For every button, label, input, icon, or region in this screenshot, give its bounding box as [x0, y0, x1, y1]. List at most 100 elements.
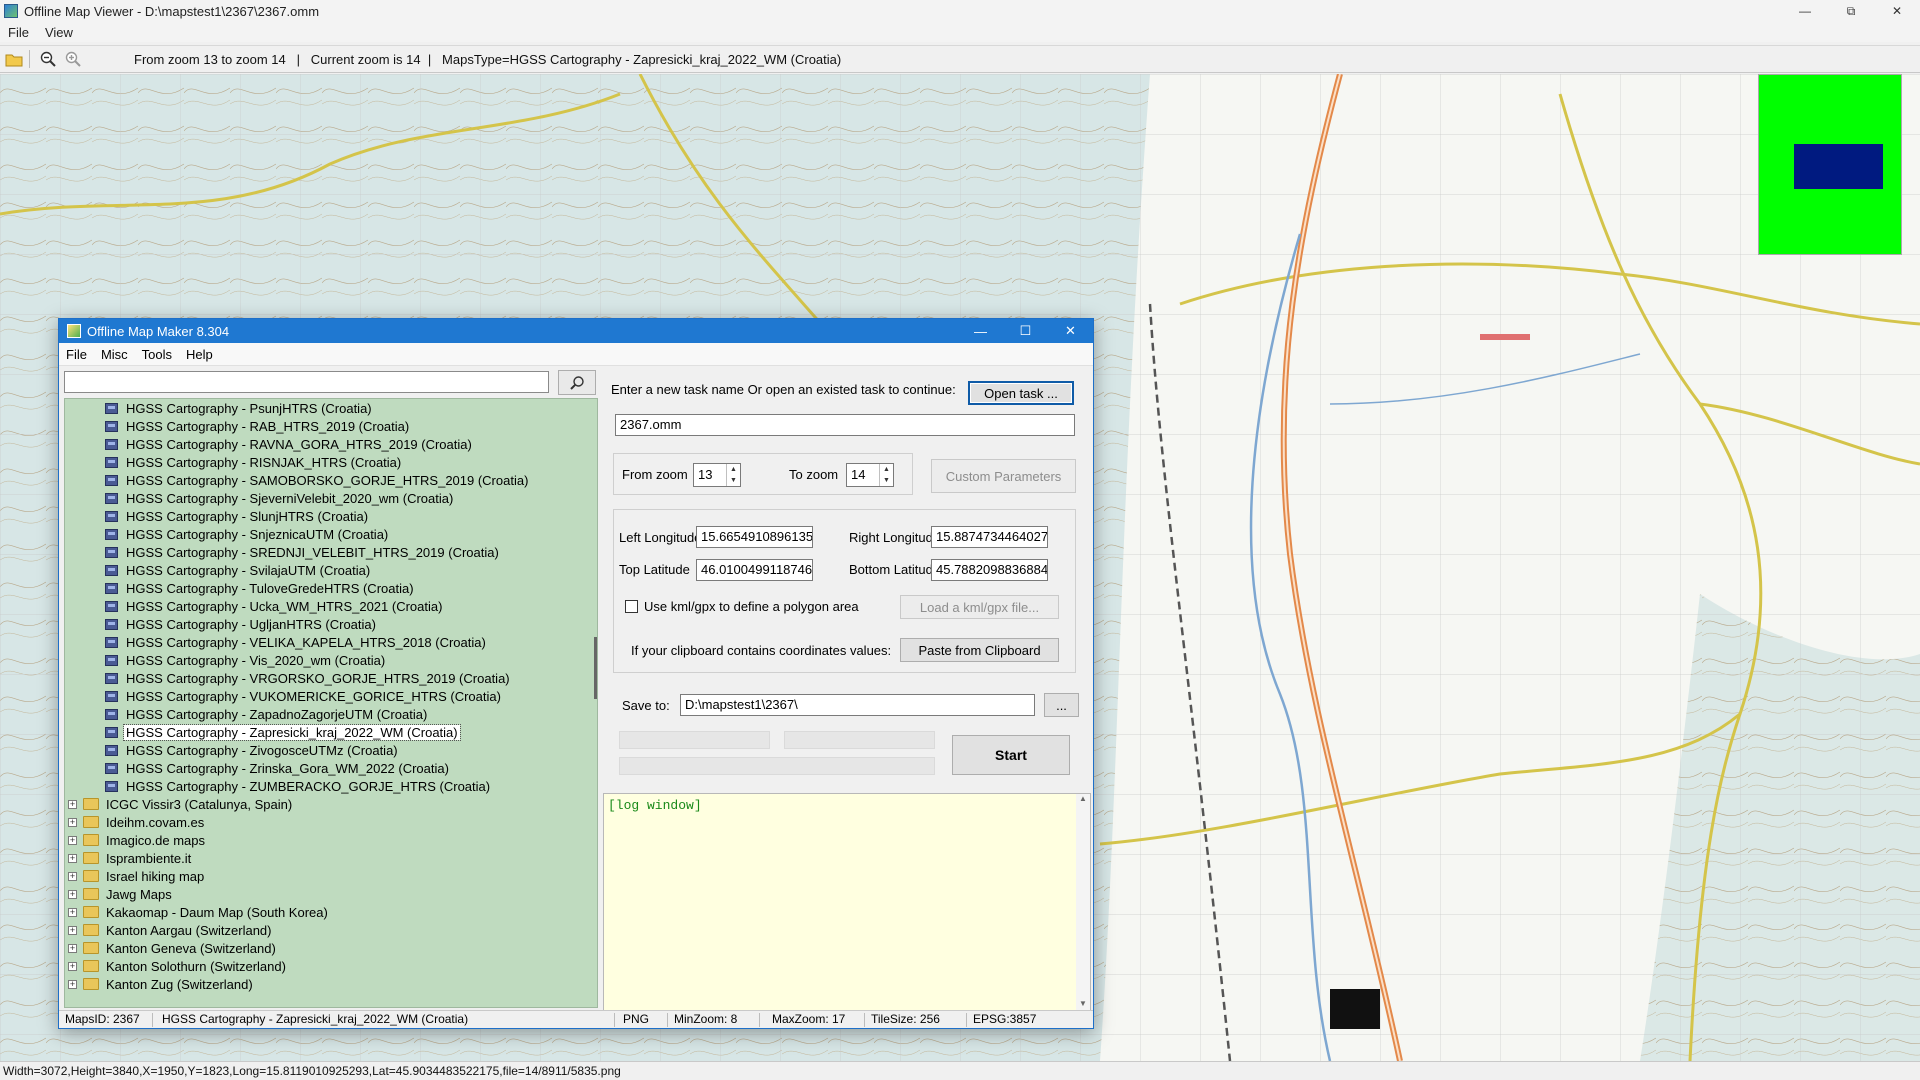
expand-icon[interactable]: +	[68, 979, 77, 989]
zoom-in-icon[interactable]	[62, 48, 84, 70]
tree-map-item[interactable]: HGSS Cartography - RAVNA_GORA_HTRS_2019 …	[105, 435, 474, 453]
spin-down-icon[interactable]: ▼	[727, 475, 740, 486]
map-layer-icon	[105, 654, 118, 666]
expand-icon[interactable]: +	[68, 835, 77, 845]
to-zoom-label: To zoom	[789, 467, 839, 482]
tree-map-item[interactable]: HGSS Cartography - SnjeznicaUTM (Croatia…	[105, 525, 390, 543]
menu-view[interactable]: View	[37, 25, 81, 40]
tree-map-item[interactable]: HGSS Cartography - ZUMBERACKO_GORJE_HTRS…	[105, 777, 492, 795]
start-button[interactable]: Start	[952, 735, 1070, 775]
use-kml-checkbox[interactable]	[625, 600, 638, 613]
tree-scrollbar[interactable]	[593, 399, 597, 1007]
map-source-tree[interactable]: HGSS Cartography - PsunjHTRS (Croatia) HG…	[64, 398, 598, 1008]
menu-misc[interactable]: Misc	[94, 347, 135, 362]
status-min-zoom: MinZoom: 8	[674, 1012, 738, 1026]
overview-extent[interactable]	[1794, 144, 1883, 189]
spin-up-icon[interactable]: ▲	[727, 464, 740, 475]
expand-icon[interactable]: +	[68, 853, 77, 863]
expand-icon[interactable]: +	[68, 889, 77, 899]
overview-minimap[interactable]	[1758, 74, 1902, 255]
tree-map-item[interactable]: HGSS Cartography - VUKOMERICKE_GORICE_HT…	[105, 687, 503, 705]
expand-icon[interactable]: +	[68, 799, 77, 809]
zoom-out-icon[interactable]	[37, 48, 59, 70]
expand-icon[interactable]: +	[68, 817, 77, 827]
menu-tools[interactable]: Tools	[135, 347, 179, 362]
folder-icon	[83, 852, 99, 864]
paste-clipboard-button[interactable]: Paste from Clipboard	[900, 638, 1059, 662]
tree-folder-item[interactable]: + Jawg Maps	[68, 885, 174, 903]
expand-icon[interactable]: +	[68, 871, 77, 881]
tree-map-item[interactable]: HGSS Cartography - UgljanHTRS (Croatia)	[105, 615, 378, 633]
scroll-down-icon[interactable]: ▼	[1076, 999, 1090, 1008]
tree-item-label: HGSS Cartography - VRGORSKO_GORJE_HTRS_2…	[126, 670, 510, 686]
spin-down-icon[interactable]: ▼	[880, 475, 893, 486]
tree-map-item[interactable]: HGSS Cartography - Zapresicki_kraj_2022_…	[105, 723, 461, 741]
tree-map-item[interactable]: HGSS Cartography - TuloveGredeHTRS (Croa…	[105, 579, 416, 597]
tree-map-item[interactable]: HGSS Cartography - ZapadnoZagorjeUTM (Cr…	[105, 705, 429, 723]
open-folder-icon[interactable]	[3, 48, 25, 70]
viewer-window-controls: — ⧉ ✕	[1782, 0, 1920, 22]
tree-map-item[interactable]: HGSS Cartography - PsunjHTRS (Croatia)	[105, 399, 374, 417]
maximize-icon[interactable]: ☐	[1003, 319, 1048, 343]
save-to-field[interactable]: D:\mapstest1\2367\	[680, 694, 1035, 716]
map-search-input[interactable]	[64, 371, 549, 393]
scroll-up-icon[interactable]: ▲	[1076, 794, 1090, 803]
bottom-latitude-field[interactable]: 45.7882098836884	[931, 559, 1048, 581]
spin-up-icon[interactable]: ▲	[880, 464, 893, 475]
tree-map-item[interactable]: HGSS Cartography - SAMOBORSKO_GORJE_HTRS…	[105, 471, 530, 489]
tree-map-item[interactable]: HGSS Cartography - SjeverniVelebit_2020_…	[105, 489, 455, 507]
to-zoom-spinner[interactable]: 14 ▲ ▼	[846, 463, 894, 487]
minimize-icon[interactable]: —	[958, 319, 1003, 343]
expand-icon[interactable]: +	[68, 907, 77, 917]
custom-parameters-button[interactable]: Custom Parameters	[931, 459, 1076, 493]
menu-help[interactable]: Help	[179, 347, 220, 362]
top-latitude-field[interactable]: 46.0100499118746	[696, 559, 813, 581]
tree-folder-item[interactable]: + Kanton Zug (Switzerland)	[68, 975, 255, 993]
tree-map-item[interactable]: HGSS Cartography - ZivogosceUTMz (Croati…	[105, 741, 400, 759]
log-scrollbar[interactable]: ▲ ▼	[1076, 794, 1090, 1010]
tree-map-item[interactable]: HGSS Cartography - Vis_2020_wm (Croatia)	[105, 651, 387, 669]
task-name-field[interactable]: 2367.omm	[615, 414, 1075, 436]
map-layer-icon	[105, 672, 118, 684]
from-zoom-spinner[interactable]: 13 ▲ ▼	[693, 463, 741, 487]
tree-map-item[interactable]: HGSS Cartography - VELIKA_KAPELA_HTRS_20…	[105, 633, 488, 651]
tree-map-item[interactable]: HGSS Cartography - SlunjHTRS (Croatia)	[105, 507, 370, 525]
tree-map-item[interactable]: HGSS Cartography - VRGORSKO_GORJE_HTRS_2…	[105, 669, 512, 687]
tree-folder-item[interactable]: + Imagico.de maps	[68, 831, 207, 849]
log-window[interactable]: [log window] ▲ ▼	[603, 793, 1091, 1011]
status-map-name: HGSS Cartography - Zapresicki_kraj_2022_…	[162, 1012, 469, 1026]
expand-icon[interactable]: +	[68, 961, 77, 971]
restore-icon[interactable]: ⧉	[1828, 0, 1874, 22]
right-longitude-field[interactable]: 15.8874734464027	[931, 526, 1048, 548]
tree-map-item[interactable]: HGSS Cartography - Zrinska_Gora_WM_2022 …	[105, 759, 451, 777]
menu-file[interactable]: File	[0, 25, 37, 40]
tree-folder-item[interactable]: + Kakaomap - Daum Map (South Korea)	[68, 903, 330, 921]
expand-icon[interactable]: +	[68, 925, 77, 935]
tree-folder-item[interactable]: + Kanton Aargau (Switzerland)	[68, 921, 273, 939]
status-format: PNG	[623, 1012, 650, 1026]
close-icon[interactable]: ✕	[1048, 319, 1093, 343]
tree-folder-item[interactable]: + Kanton Solothurn (Switzerland)	[68, 957, 288, 975]
minimize-icon[interactable]: —	[1782, 0, 1828, 22]
tree-map-item[interactable]: HGSS Cartography - RAB_HTRS_2019 (Croati…	[105, 417, 411, 435]
close-icon[interactable]: ✕	[1874, 0, 1920, 22]
open-task-button[interactable]: Open task ...	[968, 381, 1074, 405]
tree-folder-item[interactable]: + Israel hiking map	[68, 867, 206, 885]
tree-map-item[interactable]: HGSS Cartography - SREDNJI_VELEBIT_HTRS_…	[105, 543, 501, 561]
tree-map-item[interactable]: HGSS Cartography - RISNJAK_HTRS (Croatia…	[105, 453, 403, 471]
load-kml-button[interactable]: Load a kml/gpx file...	[900, 595, 1059, 619]
tree-scroll-thumb[interactable]	[594, 637, 597, 699]
tree-folder-item[interactable]: + ICGC Vissir3 (Catalunya, Spain)	[68, 795, 294, 813]
browse-button[interactable]: ...	[1044, 693, 1079, 717]
tree-map-item[interactable]: HGSS Cartography - SvilajaUTM (Croatia)	[105, 561, 372, 579]
menu-file[interactable]: File	[59, 347, 94, 362]
tree-folder-item[interactable]: + Isprambiente.it	[68, 849, 193, 867]
tree-folder-item[interactable]: + Kanton Geneva (Switzerland)	[68, 939, 278, 957]
map-layer-icon	[105, 492, 118, 504]
tree-map-item[interactable]: HGSS Cartography - Ucka_WM_HTRS_2021 (Cr…	[105, 597, 444, 615]
left-longitude-field[interactable]: 15.6654910896135	[696, 526, 813, 548]
search-button[interactable]	[558, 370, 596, 395]
map-layer-icon	[105, 762, 118, 774]
expand-icon[interactable]: +	[68, 943, 77, 953]
tree-folder-item[interactable]: + Ideihm.covam.es	[68, 813, 206, 831]
